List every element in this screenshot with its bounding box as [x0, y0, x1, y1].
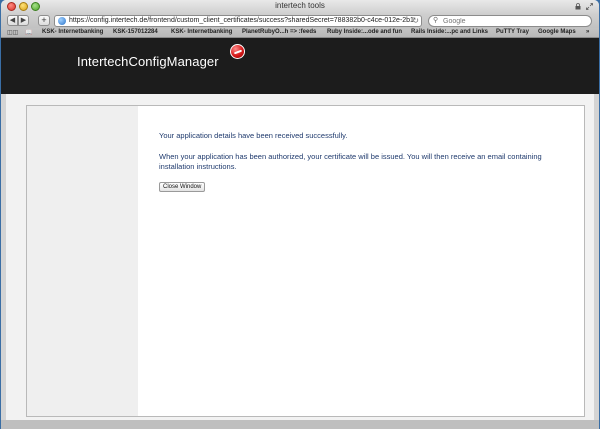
content-wrapper: Your application details have been recei…: [6, 94, 594, 429]
bookmark-item[interactable]: KSK- Internetbanking: [42, 28, 103, 37]
search-icon: ⚲: [433, 17, 439, 24]
back-button[interactable]: ◀: [7, 15, 18, 26]
authorization-message: When your application has been authorize…: [159, 152, 542, 171]
search-input[interactable]: [443, 16, 591, 26]
web-page: IntertechConfigManager Your application …: [1, 38, 599, 429]
bottom-strip: [1, 420, 599, 429]
show-all-bookmarks-icon[interactable]: ◫◫: [7, 29, 18, 37]
forward-arrow-icon: ▶: [20, 17, 27, 24]
bookmarks-overflow-icon[interactable]: »: [586, 28, 589, 37]
bookmark-item[interactable]: KSK- Internetbanking: [171, 28, 232, 37]
fullscreen-icon[interactable]: [586, 3, 593, 10]
lock-icon: [575, 3, 581, 10]
forward-button[interactable]: ▶: [18, 15, 29, 26]
address-bar[interactable]: https://config.intertech.de/frontend/cus…: [54, 15, 422, 27]
browser-toolbar: ◀ ▶ + https://config.intertech.de/fronte…: [1, 14, 599, 28]
reading-list-icon[interactable]: 📖: [25, 29, 32, 37]
add-bookmark-button[interactable]: +: [38, 15, 50, 26]
success-message: Your application details have been recei…: [159, 131, 348, 140]
window-title: intertech tools: [275, 1, 325, 10]
bookmark-item[interactable]: PlanetRubyO...h => :feeds: [242, 28, 316, 37]
bookmark-item[interactable]: KSK-157012284: [113, 28, 158, 37]
site-logo-text[interactable]: IntertechConfigManager: [77, 54, 219, 69]
bookmark-item[interactable]: Rails Inside:...pc and Links: [411, 28, 488, 37]
globe-icon: [58, 17, 66, 25]
search-field[interactable]: ⚲: [428, 15, 592, 27]
url-text[interactable]: https://config.intertech.de/frontend/cus…: [69, 16, 414, 26]
bookmark-item[interactable]: PuTTY Tray: [496, 28, 529, 37]
browser-window: intertech tools ◀ ▶ + https://config.int…: [1, 0, 599, 429]
logo-icon: [230, 44, 245, 59]
back-arrow-icon: ◀: [9, 17, 16, 24]
bookmarks-bar: ◫◫ 📖 KSK- Internetbanking KSK-157012284 …: [1, 28, 599, 38]
reload-icon[interactable]: ↻: [412, 16, 419, 26]
left-column: [27, 106, 138, 416]
site-header: IntertechConfigManager: [1, 38, 599, 94]
plus-icon: +: [41, 15, 47, 25]
bookmark-item[interactable]: Google Maps: [538, 28, 576, 37]
content-panel: Your application details have been recei…: [26, 105, 585, 417]
close-window-button[interactable]: Close Window: [159, 182, 206, 192]
bookmark-item[interactable]: Ruby Inside:...ode and fun: [327, 28, 402, 37]
title-bar: intertech tools: [1, 0, 599, 14]
